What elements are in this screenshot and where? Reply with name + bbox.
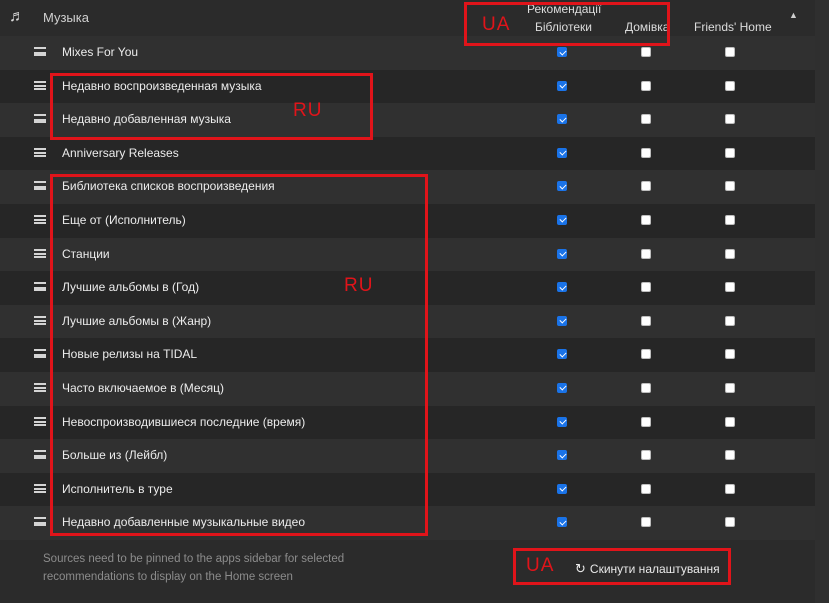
list-item: Anniversary Releases (0, 136, 815, 171)
checkbox-libraries[interactable] (557, 282, 567, 293)
checkbox-friends-home[interactable] (725, 47, 735, 57)
checkbox-home[interactable] (641, 214, 651, 225)
table-header: ♬ Музыка Рекомендації Бібліотеки Домівка… (0, 0, 829, 36)
checkbox-libraries[interactable] (557, 47, 567, 57)
drag-handle-icon[interactable] (34, 382, 46, 392)
drag-handle-icon[interactable] (34, 483, 46, 493)
checkbox-libraries[interactable] (557, 181, 567, 192)
checkbox-friends-home[interactable] (725, 483, 735, 494)
checkbox-home[interactable] (641, 349, 651, 360)
checkbox-home[interactable] (641, 315, 651, 326)
checkbox-libraries[interactable] (557, 349, 567, 360)
checkbox-libraries[interactable] (557, 214, 567, 225)
checkbox-home[interactable] (641, 248, 651, 259)
checkbox-friends-home[interactable] (725, 282, 735, 293)
drag-handle-icon[interactable] (34, 450, 46, 460)
checkbox-friends-home[interactable] (725, 114, 735, 125)
checkbox-home[interactable] (641, 147, 651, 158)
checkbox-home[interactable] (641, 450, 651, 461)
list-item-label: Anniversary Releases (62, 145, 179, 160)
annotation-box-list (50, 174, 428, 536)
section-title: Музыка (43, 10, 89, 25)
drag-handle-icon[interactable] (34, 282, 46, 292)
drag-handle-icon[interactable] (34, 147, 46, 157)
checkbox-libraries[interactable] (557, 382, 567, 393)
column-header-friends-home[interactable]: Friends' Home (694, 20, 772, 34)
annotation-box-recent (50, 73, 373, 140)
checkbox-friends-home[interactable] (725, 450, 735, 461)
checkbox-friends-home[interactable] (725, 248, 735, 259)
checkbox-libraries[interactable] (557, 450, 567, 461)
annotation-label-reset: UA (526, 555, 555, 576)
music-note-icon: ♬ (9, 8, 25, 25)
checkbox-home[interactable] (641, 181, 651, 192)
checkbox-friends-home[interactable] (725, 315, 735, 326)
annotation-label-recent: RU (293, 100, 323, 121)
checkbox-friends-home[interactable] (725, 382, 735, 393)
footer-note: Sources need to be pinned to the apps si… (43, 553, 345, 583)
checkbox-home[interactable] (641, 282, 651, 293)
drag-handle-icon[interactable] (34, 214, 46, 224)
sort-up-icon[interactable]: ▲ (789, 10, 798, 20)
checkbox-friends-home[interactable] (725, 517, 735, 528)
checkbox-libraries[interactable] (557, 80, 567, 91)
drag-handle-icon[interactable] (34, 114, 46, 124)
drag-handle-icon[interactable] (34, 47, 46, 56)
scrollbar[interactable] (815, 0, 829, 603)
checkbox-friends-home[interactable] (725, 214, 735, 225)
checkbox-home[interactable] (641, 517, 651, 528)
checkbox-home[interactable] (641, 382, 651, 393)
drag-handle-icon[interactable] (34, 80, 46, 90)
checkbox-libraries[interactable] (557, 483, 567, 494)
drag-handle-icon[interactable] (34, 248, 46, 258)
checkbox-home[interactable] (641, 114, 651, 125)
checkbox-libraries[interactable] (557, 147, 567, 158)
drag-handle-icon[interactable] (34, 181, 46, 191)
checkbox-friends-home[interactable] (725, 80, 735, 91)
list-item: Mixes For You (0, 36, 815, 70)
checkbox-libraries[interactable] (557, 114, 567, 125)
checkbox-home[interactable] (641, 416, 651, 427)
drag-handle-icon[interactable] (34, 349, 46, 359)
checkbox-friends-home[interactable] (725, 147, 735, 158)
checkbox-friends-home[interactable] (725, 181, 735, 192)
annotation-label-list: RU (344, 275, 374, 296)
drag-handle-icon[interactable] (34, 517, 46, 527)
checkbox-libraries[interactable] (557, 416, 567, 427)
checkbox-friends-home[interactable] (725, 349, 735, 360)
annotation-label-header: UA (482, 14, 511, 35)
checkbox-libraries[interactable] (557, 517, 567, 528)
drag-handle-icon[interactable] (34, 416, 46, 426)
checkbox-home[interactable] (641, 47, 651, 57)
checkbox-home[interactable] (641, 80, 651, 91)
list-item-label: Mixes For You (62, 45, 139, 59)
checkbox-libraries[interactable] (557, 248, 567, 259)
checkbox-libraries[interactable] (557, 315, 567, 326)
checkbox-home[interactable] (641, 483, 651, 494)
checkbox-friends-home[interactable] (725, 416, 735, 427)
drag-handle-icon[interactable] (34, 315, 46, 325)
